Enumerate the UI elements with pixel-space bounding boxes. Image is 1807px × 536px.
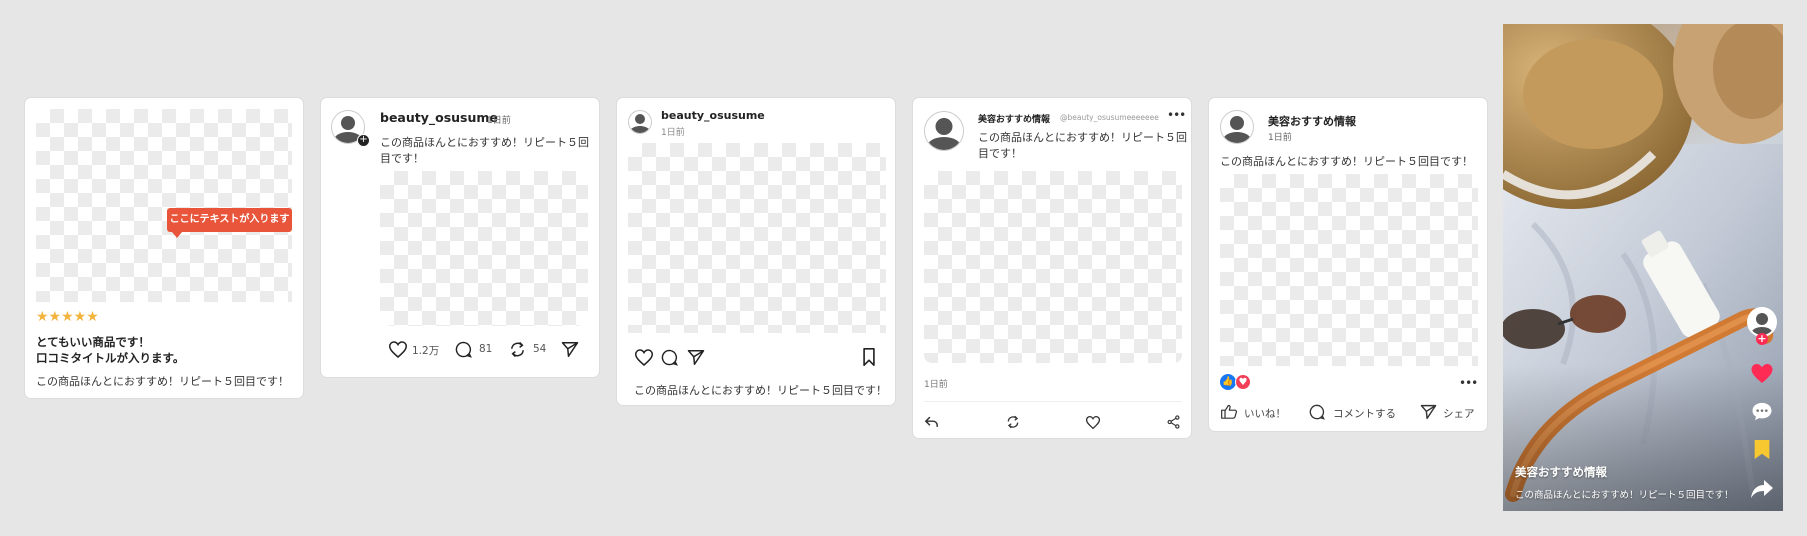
share-arrow-icon[interactable] [1750, 479, 1774, 499]
share-icon[interactable] [1420, 404, 1437, 420]
comment-icon[interactable] [455, 341, 472, 358]
more-icon[interactable]: ••• [1167, 109, 1186, 121]
avatar[interactable] [628, 110, 652, 134]
star-rating: ★★★★★ [36, 309, 99, 325]
like-reaction-icon[interactable]: 👍 [1220, 374, 1236, 390]
review-title-line2: 口コミタイトルが入ります。 [36, 351, 185, 365]
heart-icon[interactable] [1085, 416, 1101, 430]
share-icon[interactable] [561, 341, 579, 358]
review-image-placeholder [36, 109, 292, 302]
comment-icon[interactable] [1309, 404, 1325, 420]
share-button-label[interactable]: シェア [1443, 406, 1475, 421]
heart-icon[interactable] [388, 341, 408, 358]
caption: この商品ほんとにおすすめ！リピート５回目です！ [634, 384, 887, 397]
post-text: この商品ほんとにおすすめ！リピート５回目です！ [1220, 155, 1473, 168]
more-icon[interactable]: ••• [1459, 377, 1478, 389]
review-body: この商品ほんとにおすすめ！リピート５回目です！ [36, 375, 289, 388]
reply-icon[interactable] [924, 416, 938, 428]
username[interactable]: beauty_osusume [380, 110, 498, 125]
threads-post-card: 美容おすすめ情報 @beauty_osusumeeeeeee ••• この商品ほ… [912, 97, 1192, 439]
repost-icon[interactable] [509, 341, 526, 358]
repost-count: 54 [533, 343, 547, 355]
tooltip-badge: ここにテキストが入ります [167, 208, 292, 238]
post-text-line1: この商品ほんとにおすすめ！リピート５回 [380, 136, 589, 149]
post-text-line2: 目です！ [978, 147, 1022, 160]
avatar[interactable] [1220, 110, 1254, 144]
tiktok-video-card: + 美容おすすめ情報 この商品ほんとにおすすめ！リピート５回目です！ [1503, 24, 1783, 511]
review-title-line1: とてもいい商品です！ [36, 335, 150, 349]
like-count: 1.2万 [412, 345, 440, 357]
facebook-post-card: 美容おすすめ情報 1日前 この商品ほんとにおすすめ！リピート５回目です！ 👍 ♥… [1208, 97, 1488, 432]
author-name[interactable]: 美容おすすめ情報 [1268, 113, 1356, 129]
username[interactable]: beauty_osusume [661, 109, 765, 122]
send-icon[interactable] [687, 349, 705, 366]
comment-icon[interactable] [1751, 402, 1773, 421]
post-image-placeholder [924, 171, 1182, 363]
review-card: ここにテキストが入ります ★★★★★ とてもいい商品です！ 口コミタイトルが入り… [24, 97, 304, 399]
comment-count: 81 [479, 343, 493, 355]
video-caption: この商品ほんとにおすすめ！リピート５回目です！ [1515, 490, 1734, 501]
love-reaction-icon[interactable]: ♥ [1235, 374, 1251, 390]
tooltip-arrow [172, 232, 182, 238]
post-text-line2: 目です！ [380, 152, 424, 165]
video-background-image [1503, 24, 1783, 511]
heart-icon[interactable] [1750, 363, 1774, 384]
bookmark-icon[interactable] [862, 348, 876, 366]
post-time: 1日前 [1268, 133, 1292, 143]
divider [924, 401, 1182, 402]
author-handle: @beauty_osusumeeeeeee [1060, 113, 1159, 122]
tooltip-text: ここにテキストが入ります [169, 214, 290, 225]
post-time: 1日前 [487, 116, 511, 126]
share-icon[interactable] [1167, 415, 1180, 429]
repost-icon[interactable] [1006, 415, 1020, 429]
like-button-label[interactable]: いいね！ [1244, 406, 1286, 421]
bookmark-icon[interactable] [1753, 439, 1771, 460]
comment-icon[interactable] [661, 349, 678, 366]
post-text-line1: この商品ほんとにおすすめ！リピート５回 [978, 131, 1187, 144]
x-post-card: + beauty_osusume 1日前 この商品ほんとにおすすめ！リピート５回… [320, 97, 600, 378]
follow-plus-icon[interactable]: + [357, 134, 370, 147]
post-time: 1日前 [661, 128, 685, 138]
heart-icon[interactable] [634, 349, 654, 366]
post-image-placeholder [628, 143, 886, 333]
instagram-post-card: beauty_osusume 1日前 この商品ほんとにおすすめ！リピート５回目で… [616, 97, 896, 406]
creator-name[interactable]: 美容おすすめ情報 [1515, 464, 1607, 480]
author-name[interactable]: 美容おすすめ情報 [978, 112, 1050, 125]
post-image-placeholder [1220, 174, 1478, 366]
post-time: 1日前 [924, 380, 948, 390]
thumbs-up-icon[interactable] [1221, 404, 1238, 419]
comment-button-label[interactable]: コメントする [1333, 406, 1396, 421]
follow-plus-icon[interactable]: + [1756, 333, 1768, 345]
post-image-placeholder [380, 171, 588, 326]
avatar[interactable] [924, 111, 964, 151]
